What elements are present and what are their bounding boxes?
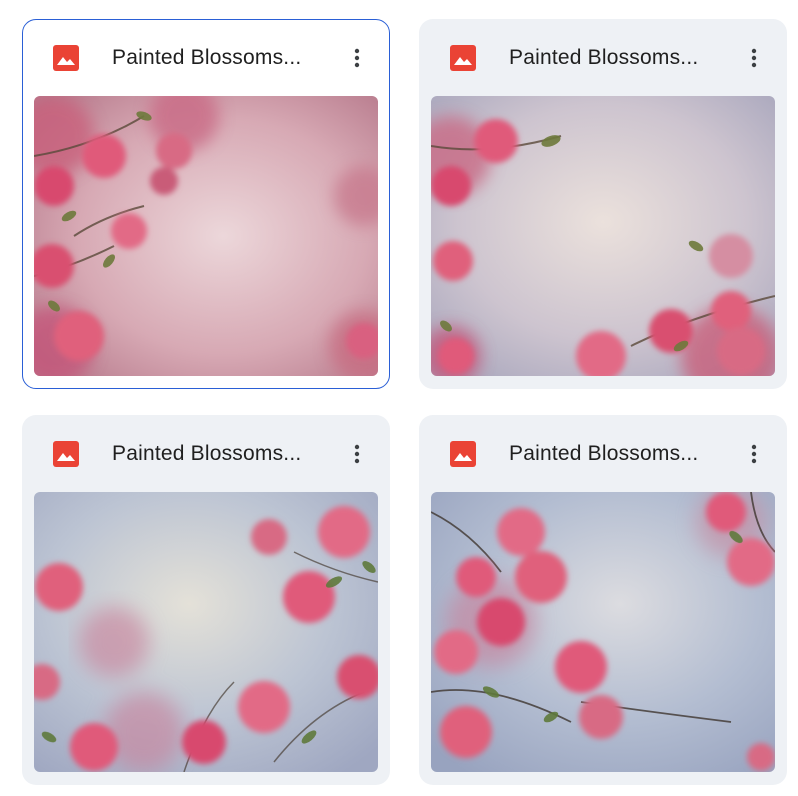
file-card-header: Painted Blossoms... [22,415,390,491]
file-card[interactable]: Painted Blossoms... [22,415,390,785]
file-thumbnail[interactable] [431,492,775,772]
file-card-header: Painted Blossoms... [23,20,389,96]
blossom-painting-image [431,96,775,376]
file-card[interactable]: Painted Blossoms... [419,415,787,785]
blossom-painting-image [34,96,378,376]
file-thumbnail[interactable] [34,492,378,772]
image-file-icon [53,45,79,71]
more-options-button[interactable] [735,39,773,77]
file-thumbnail[interactable] [34,96,378,376]
more-vert-icon [751,48,757,68]
blossom-painting-image [431,492,775,772]
blossom-painting-image [34,492,378,772]
file-thumbnail[interactable] [431,96,775,376]
file-card[interactable]: Painted Blossoms... [419,19,787,389]
image-file-icon [450,45,476,71]
file-card[interactable]: Painted Blossoms... [22,19,390,389]
more-options-button[interactable] [338,435,376,473]
file-card-header: Painted Blossoms... [419,19,787,95]
file-title: Painted Blossoms... [112,46,302,69]
more-vert-icon [354,48,360,68]
more-vert-icon [751,444,757,464]
file-title: Painted Blossoms... [509,46,699,69]
file-grid: Painted Blossoms... Painted Blossoms... … [0,0,798,796]
file-title: Painted Blossoms... [112,442,302,465]
image-file-icon [53,441,79,467]
file-card-header: Painted Blossoms... [419,415,787,491]
more-options-button[interactable] [735,435,773,473]
image-file-icon [450,441,476,467]
more-vert-icon [354,444,360,464]
more-options-button[interactable] [338,39,376,77]
file-title: Painted Blossoms... [509,442,699,465]
